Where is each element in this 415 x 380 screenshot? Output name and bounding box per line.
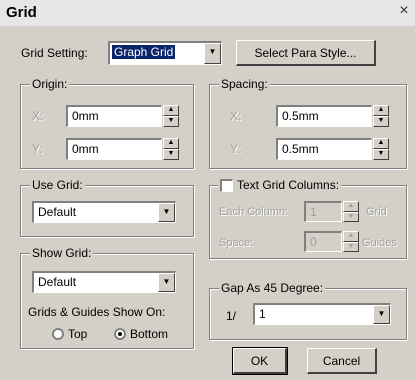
show-grid-legend: Show Grid: (30, 246, 94, 260)
spacing-y-field[interactable]: 0.5mm (276, 138, 372, 160)
gap-value: 1 (259, 307, 266, 321)
chevron-down-icon[interactable]: ▼ (373, 305, 390, 324)
radio-selected-dot (118, 332, 122, 336)
cancel-button[interactable]: Cancel (307, 348, 377, 374)
origin-y-field[interactable]: 0mm (66, 138, 162, 160)
space-field[interactable]: 0 (304, 231, 342, 252)
chevron-down-icon[interactable]: ▼ (158, 203, 175, 222)
ok-button[interactable]: OK (232, 347, 288, 375)
gap-select[interactable]: 1 ▼ (253, 303, 391, 325)
radio-bottom-circle[interactable] (114, 328, 126, 340)
text-grid-checkbox[interactable] (220, 178, 233, 192)
close-icon[interactable]: × (395, 2, 413, 20)
origin-x-field[interactable]: 0mm (66, 105, 162, 127)
spacing-y-label: Y: (230, 142, 241, 156)
space-stepper[interactable]: ▲ ▼ (343, 231, 359, 252)
each-column-label: Each Column: (219, 206, 289, 218)
space-unit: Guides (362, 237, 397, 249)
show-grid-select[interactable]: Default ▼ (32, 271, 176, 293)
spacing-x-stepper[interactable]: ▲ ▼ (373, 105, 389, 127)
show-on-label: Grids & Guides Show On: (28, 305, 166, 319)
each-column-unit: Grid (366, 206, 387, 218)
radio-top-label: Top (68, 327, 88, 341)
origin-x-stepper[interactable]: ▲ ▼ (163, 105, 179, 127)
use-grid-legend: Use Grid: (30, 178, 85, 192)
gap-legend: Gap As 45 Degree: (219, 281, 326, 295)
show-grid-value: Default (38, 275, 77, 289)
origin-x-label: X: (32, 109, 44, 123)
chevron-down-icon[interactable]: ▼ (204, 43, 221, 64)
chevron-down-icon[interactable]: ▼ (158, 273, 175, 292)
each-column-stepper[interactable]: ▲ ▼ (343, 201, 359, 222)
use-grid-value: Default (38, 205, 77, 219)
spacing-x-field[interactable]: 0.5mm (276, 105, 372, 127)
radio-top-circle[interactable] (52, 328, 64, 340)
grid-setting-select[interactable]: Graph Grid ▼ (108, 41, 222, 65)
text-grid-label: Text Grid Columns: (237, 178, 340, 192)
grid-setting-label: Grid Setting: (21, 46, 88, 60)
space-label: Space: (219, 237, 254, 249)
window-title: Grid (6, 4, 37, 21)
gap-prefix: 1/ (226, 309, 237, 323)
select-para-style-button[interactable]: Select Para Style... (236, 40, 376, 66)
radio-bottom[interactable]: Bottom (114, 327, 168, 341)
spacing-legend: Spacing: (219, 77, 270, 91)
text-grid-legend: Text Grid Columns: (218, 178, 342, 192)
use-grid-select[interactable]: Default ▼ (32, 201, 176, 223)
spacing-y-stepper[interactable]: ▲ ▼ (373, 138, 389, 160)
origin-y-stepper[interactable]: ▲ ▼ (163, 138, 179, 160)
origin-y-label: Y: (32, 142, 43, 156)
origin-legend: Origin: (30, 77, 70, 91)
title-bar: Grid × (0, 0, 415, 27)
grid-setting-value: Graph Grid (110, 44, 177, 60)
radio-top[interactable]: Top (52, 327, 87, 341)
each-column-field[interactable]: 1 (304, 201, 342, 222)
spacing-x-label: X: (230, 109, 242, 123)
radio-bottom-label: Bottom (130, 327, 169, 341)
